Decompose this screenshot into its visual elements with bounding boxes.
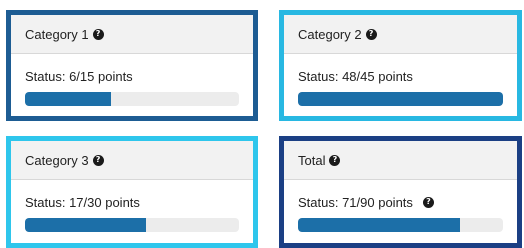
status-help-icon[interactable]: ? — [422, 196, 434, 208]
status-line: Status: 6/15 points — [25, 68, 239, 84]
progress-bar — [298, 92, 503, 106]
status-line: Status: 71/90 points ? — [298, 194, 503, 210]
card-title: Category 1 — [25, 26, 89, 42]
category-3-card: Category 3 ? Status: 17/30 points — [6, 136, 258, 248]
help-icon[interactable]: ? — [92, 154, 104, 166]
progress-fill — [298, 218, 460, 232]
status-line: Status: 17/30 points — [25, 194, 239, 210]
progress-bar — [25, 92, 239, 106]
progress-bar — [25, 218, 239, 232]
card-body: Status: 17/30 points — [11, 180, 253, 232]
category-2-card: Category 2 ? Status: 48/45 points — [279, 10, 522, 121]
progress-fill — [298, 92, 503, 106]
status-text: Status: 48/45 points — [298, 68, 413, 84]
status-text: Status: 71/90 points — [298, 194, 413, 210]
progress-bar — [298, 218, 503, 232]
help-icon[interactable]: ? — [329, 154, 341, 166]
card-header: Category 2 ? — [284, 15, 517, 54]
card-header: Category 3 ? — [11, 141, 253, 180]
status-line: Status: 48/45 points — [298, 68, 503, 84]
card-title: Category 3 — [25, 152, 89, 168]
card-title: Total — [298, 152, 326, 168]
progress-fill — [25, 218, 147, 232]
card-body: Status: 48/45 points — [284, 54, 517, 106]
help-icon[interactable]: ? — [365, 28, 377, 40]
card-body: Status: 6/15 points — [11, 54, 253, 106]
help-icon[interactable]: ? — [92, 28, 104, 40]
progress-fill — [25, 92, 111, 106]
status-text: Status: 17/30 points — [25, 194, 140, 210]
category-1-card: Category 1 ? Status: 6/15 points — [6, 10, 258, 121]
card-title: Category 2 — [298, 26, 362, 42]
card-header: Total ? — [284, 141, 517, 180]
card-body: Status: 71/90 points ? — [284, 180, 517, 232]
total-card: Total ? Status: 71/90 points ? — [279, 136, 522, 248]
status-text: Status: 6/15 points — [25, 68, 133, 84]
card-header: Category 1 ? — [11, 15, 253, 54]
